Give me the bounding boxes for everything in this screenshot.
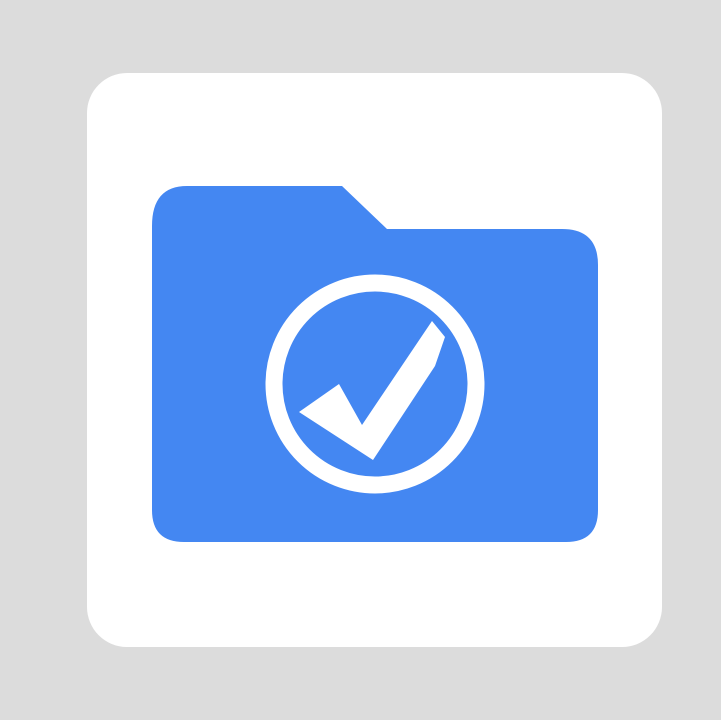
folder-check-icon — [152, 186, 598, 542]
screen-background — [0, 0, 721, 720]
app-icon-tile[interactable] — [87, 73, 662, 647]
